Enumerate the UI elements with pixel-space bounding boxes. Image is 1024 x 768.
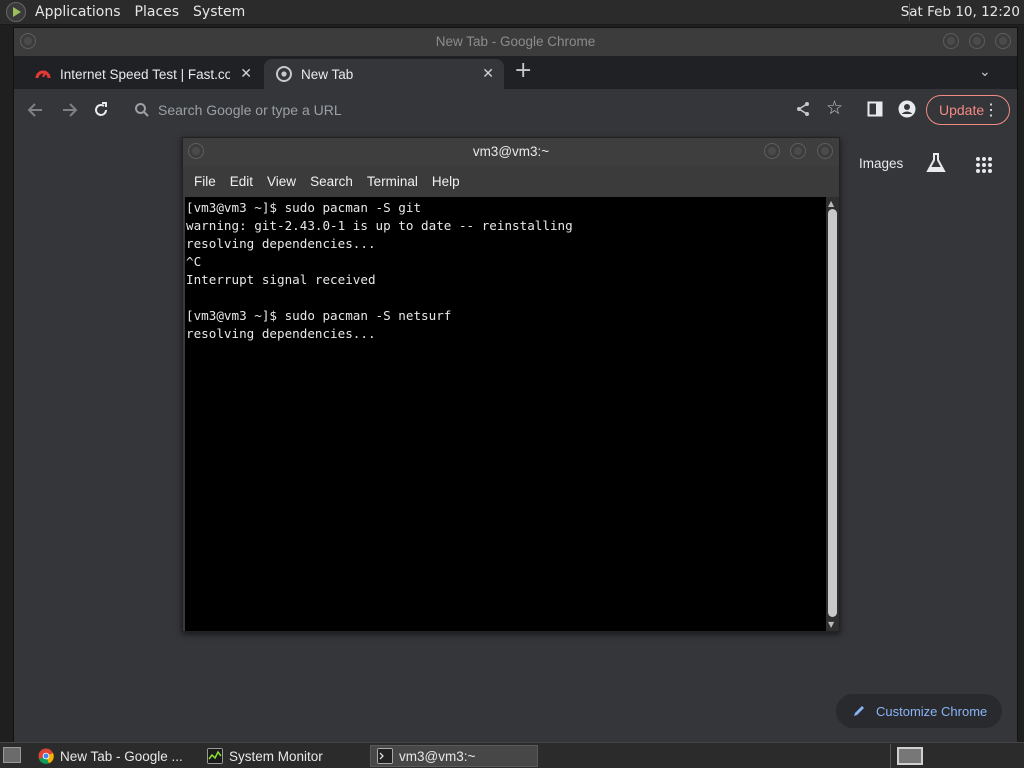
applications-menu[interactable]: Applications (28, 4, 128, 20)
scroll-up-arrow-icon[interactable]: ▲ (828, 199, 834, 208)
taskbar-label: New Tab - Google ... (60, 748, 183, 764)
tab-strip: Internet Speed Test | Fast.com ✕ New Tab… (14, 56, 1017, 89)
terminal-line: resolving dependencies... (186, 236, 376, 251)
workspace-1[interactable] (897, 747, 923, 765)
tab-fast-com[interactable]: Internet Speed Test | Fast.com ✕ (22, 59, 262, 89)
fast-com-favicon-icon (35, 70, 51, 79)
menu-file[interactable]: File (187, 174, 223, 189)
maximize-button[interactable] (969, 33, 985, 49)
minimize-button[interactable] (764, 143, 780, 159)
omnibox-placeholder: Search Google or type a URL (158, 102, 342, 118)
gnome-foot-icon[interactable] (6, 2, 26, 22)
clock[interactable]: Sat Feb 10, 12:20 (901, 4, 1020, 20)
minimize-button[interactable] (943, 33, 959, 49)
tab-label: New Tab (301, 66, 354, 82)
places-menu[interactable]: Places (128, 4, 187, 20)
terminal-line: resolving dependencies... (186, 326, 376, 341)
menu-help[interactable]: Help (425, 174, 467, 189)
reload-icon[interactable] (91, 100, 111, 120)
toolbar: Search Google or type a URL ☆ Update ⋮ (14, 89, 1017, 131)
tab-search-chevron-icon[interactable]: ⌄ (979, 62, 991, 82)
terminal-scrollbar[interactable]: ▲ ▼ (826, 197, 839, 631)
tab-label: Internet Speed Test | Fast.com (60, 66, 230, 82)
taskbar-item-chrome[interactable]: New Tab - Google ... (32, 745, 198, 767)
taskbar-item-system-monitor[interactable]: System Monitor (201, 745, 367, 767)
terminal-line: Interrupt signal received (186, 272, 376, 287)
window-menu-icon[interactable] (188, 143, 204, 159)
customize-chrome-button[interactable]: Customize Chrome (836, 694, 1002, 728)
bottom-panel: New Tab - Google ... System Monitor vm3@… (0, 742, 1024, 768)
new-tab-plus-icon[interactable]: + (514, 60, 532, 82)
scrollbar-thumb[interactable] (828, 209, 837, 617)
side-panel-icon[interactable] (867, 101, 883, 117)
system-menu[interactable]: System (186, 4, 252, 20)
terminal-line: ^C (186, 254, 202, 269)
show-desktop-icon[interactable] (3, 747, 21, 763)
chrome-window-title: New Tab - Google Chrome (435, 34, 596, 49)
window-menu-icon[interactable] (20, 33, 36, 49)
apps-grid-icon[interactable] (975, 156, 993, 174)
pencil-icon (854, 706, 864, 716)
menu-terminal[interactable]: Terminal (360, 174, 425, 189)
terminal-menubar: File Edit View Search Terminal Help (183, 166, 839, 196)
menu-view[interactable]: View (260, 174, 303, 189)
bookmark-star-icon[interactable]: ☆ (826, 98, 843, 118)
back-arrow-icon[interactable] (26, 100, 46, 120)
terminal-output[interactable]: [vm3@vm3 ~]$ sudo pacman -S git warning: … (185, 197, 826, 631)
terminal-icon (377, 748, 393, 764)
terminal-window: vm3@vm3:~ File Edit View Search Terminal… (182, 137, 840, 632)
terminal-titlebar[interactable]: vm3@vm3:~ (183, 138, 839, 166)
top-panel: Applications Places System Sat Feb 10, 1… (0, 0, 1024, 25)
system-monitor-icon (207, 748, 223, 764)
workspace-switcher[interactable] (890, 744, 1020, 768)
terminal-line: [vm3@vm3 ~]$ sudo pacman -S netsurf (186, 308, 452, 323)
labs-flask-icon[interactable] (925, 152, 947, 174)
close-window-button[interactable] (995, 33, 1011, 49)
terminal-line: warning: git-2.43.0-1 is up to date -- r… (186, 218, 573, 233)
menu-edit[interactable]: Edit (223, 174, 260, 189)
update-label: Update (939, 102, 985, 118)
close-tab-icon[interactable]: ✕ (240, 65, 252, 82)
chrome-icon (38, 748, 54, 764)
tab-new-tab[interactable]: New Tab ✕ (264, 59, 504, 89)
share-icon[interactable] (795, 101, 811, 117)
forward-arrow-icon[interactable] (59, 100, 79, 120)
close-tab-icon[interactable]: ✕ (482, 65, 494, 82)
taskbar-label: vm3@vm3:~ (399, 748, 476, 764)
more-vert-icon[interactable]: ⋮ (983, 100, 999, 120)
customize-label: Customize Chrome (876, 703, 988, 719)
profile-avatar-icon[interactable] (898, 100, 916, 118)
search-icon (135, 103, 149, 117)
close-window-button[interactable] (817, 143, 833, 159)
taskbar-item-terminal[interactable]: vm3@vm3:~ (370, 745, 538, 767)
taskbar-label: System Monitor (229, 748, 323, 764)
maximize-button[interactable] (790, 143, 806, 159)
menu-search[interactable]: Search (303, 174, 360, 189)
scroll-down-arrow-icon[interactable]: ▼ (828, 620, 834, 629)
chrome-titlebar[interactable]: New Tab - Google Chrome (14, 28, 1017, 56)
omnibox[interactable]: Search Google or type a URL (120, 95, 826, 125)
images-link[interactable]: Images (859, 156, 903, 171)
update-button[interactable]: Update ⋮ (926, 95, 1010, 125)
chrome-favicon-icon (276, 66, 292, 82)
terminal-line: [vm3@vm3 ~]$ sudo pacman -S git (186, 200, 422, 215)
terminal-title: vm3@vm3:~ (472, 144, 550, 159)
